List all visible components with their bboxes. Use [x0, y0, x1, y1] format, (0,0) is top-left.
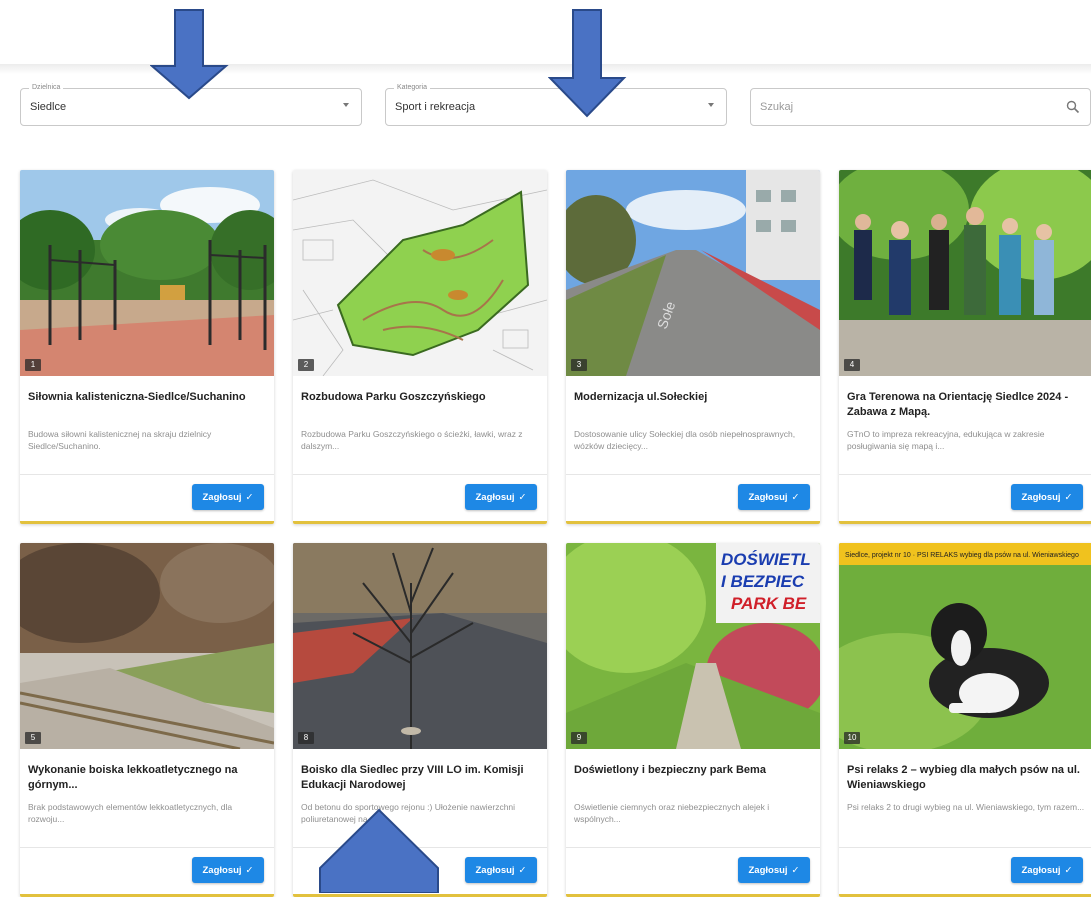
check-icon: ✓ — [1064, 491, 1073, 503]
card-stripe — [20, 521, 274, 524]
check-icon: ✓ — [518, 491, 527, 503]
vote-button[interactable]: Zagłosuj ✓ — [465, 484, 537, 510]
card-stripe — [839, 521, 1091, 524]
project-image[interactable]: 2 — [293, 170, 547, 376]
divider — [566, 847, 820, 848]
divider — [20, 847, 274, 848]
project-card[interactable]: 5 Wykonanie boiska lekkoatletycznego na … — [20, 543, 274, 897]
project-image[interactable]: 5 — [20, 543, 274, 749]
svg-text:DOŚWIETL: DOŚWIETL — [721, 550, 811, 569]
card-stripe — [293, 521, 547, 524]
annotation-arrow-down — [548, 9, 627, 118]
check-icon: ✓ — [518, 864, 527, 876]
card-stripe — [566, 521, 820, 524]
category-select-label: Kategoria — [394, 83, 430, 93]
project-number: 4 — [844, 359, 860, 371]
chevron-down-icon[interactable] — [708, 103, 714, 107]
search-input[interactable]: Szukaj — [750, 88, 1091, 126]
project-title[interactable]: Gra Terenowa na Orientację Siedlce 2024 … — [847, 390, 1085, 420]
vote-button[interactable]: Zagłosuj ✓ — [738, 857, 810, 883]
project-image[interactable]: DOŚWIETL I BEZPIEC PARK BE 9 — [566, 543, 820, 749]
svg-text:Siedlce, projekt nr 10 · PSI R: Siedlce, projekt nr 10 · PSI RELAKS wybi… — [845, 552, 1079, 559]
district-select-value: Siedlce — [30, 101, 67, 113]
category-select-value: Sport i rekreacja — [395, 101, 476, 113]
project-title[interactable]: Siłownia kalisteniczna-Siedlce/Suchanino — [28, 390, 266, 405]
check-icon: ✓ — [245, 864, 254, 876]
vote-button[interactable]: Zagłosuj ✓ — [1011, 857, 1083, 883]
check-icon: ✓ — [245, 491, 254, 503]
project-number: 5 — [25, 732, 41, 744]
chevron-down-icon[interactable] — [343, 103, 349, 107]
project-number: 2 — [298, 359, 314, 371]
divider — [839, 847, 1091, 848]
project-card[interactable]: Sołe 3 Modernizacja ul.Sołeckiej Dostoso… — [566, 170, 820, 524]
project-description: Oświetlenie ciemnych oraz niebezpiecznyc… — [574, 802, 770, 824]
project-title[interactable]: Rozbudowa Parku Goszczyńskiego — [301, 390, 539, 405]
project-card[interactable]: 1 Siłownia kalisteniczna-Siedlce/Suchani… — [20, 170, 274, 524]
project-card[interactable]: 2 Rozbudowa Parku Goszczyńskiego Rozbudo… — [293, 170, 547, 524]
project-image[interactable]: Sołe 3 — [566, 170, 820, 376]
divider — [839, 474, 1091, 475]
vote-button[interactable]: Zagłosuj ✓ — [1011, 484, 1083, 510]
vote-button[interactable]: Zagłosuj ✓ — [192, 857, 264, 883]
project-description: Psi relaks 2 to drugi wybieg na ul. Wien… — [847, 802, 1085, 812]
project-number: 10 — [844, 732, 860, 744]
project-image[interactable]: Siedlce, projekt nr 10 · PSI RELAKS wybi… — [839, 543, 1091, 749]
project-image[interactable]: 1 — [20, 170, 274, 376]
vote-button[interactable]: Zagłosuj ✓ — [192, 484, 264, 510]
project-number: 3 — [571, 359, 587, 371]
divider — [566, 474, 820, 475]
divider — [20, 474, 274, 475]
project-title[interactable]: Modernizacja ul.Sołeckiej — [574, 390, 812, 405]
svg-text:I BEZPIEC: I BEZPIEC — [721, 572, 805, 591]
check-icon: ✓ — [791, 491, 800, 503]
project-description: Rozbudowa Parku Goszczyńskiego o ścieżki… — [301, 429, 523, 451]
project-title[interactable]: Wykonanie boiska lekkoatletycznego na gó… — [28, 763, 266, 793]
vote-button[interactable]: Zagłosuj ✓ — [738, 484, 810, 510]
project-title[interactable]: Doświetlony i bezpieczny park Bema — [574, 763, 812, 778]
project-title[interactable]: Boisko dla Siedlec przy VIII LO im. Komi… — [301, 763, 539, 793]
project-card[interactable]: 4 Gra Terenowa na Orientację Siedlce 202… — [839, 170, 1091, 524]
project-number: 8 — [298, 732, 314, 744]
check-icon: ✓ — [791, 864, 800, 876]
project-card[interactable]: Siedlce, projekt nr 10 · PSI RELAKS wybi… — [839, 543, 1091, 897]
search-placeholder: Szukaj — [760, 101, 794, 113]
project-description: GTnO to impreza rekreacyjna, edukująca w… — [847, 429, 1045, 451]
project-image[interactable]: 4 — [839, 170, 1091, 376]
project-card[interactable]: DOŚWIETL I BEZPIEC PARK BE 9 Doświetlony… — [566, 543, 820, 897]
search-icon[interactable] — [1066, 100, 1080, 114]
annotation-arrow-up — [319, 808, 439, 893]
project-number: 1 — [25, 359, 41, 371]
divider — [293, 474, 547, 475]
project-description: Budowa siłowni kalistenicznej na skraju … — [28, 429, 212, 451]
project-description: Dostosowanie ulicy Sołeckiej dla osób ni… — [574, 429, 796, 451]
check-icon: ✓ — [1064, 864, 1073, 876]
project-image[interactable]: 8 — [293, 543, 547, 749]
project-title[interactable]: Psi relaks 2 – wybieg dla małych psów na… — [847, 763, 1085, 793]
annotation-arrow-down — [150, 9, 229, 100]
svg-text:PARK BE: PARK BE — [731, 594, 807, 613]
project-number: 9 — [571, 732, 587, 744]
project-description: Brak podstawowych elementów lekkoatletyc… — [28, 802, 233, 824]
district-select-label: Dzielnica — [29, 83, 64, 93]
vote-button[interactable]: Zagłosuj ✓ — [465, 857, 537, 883]
